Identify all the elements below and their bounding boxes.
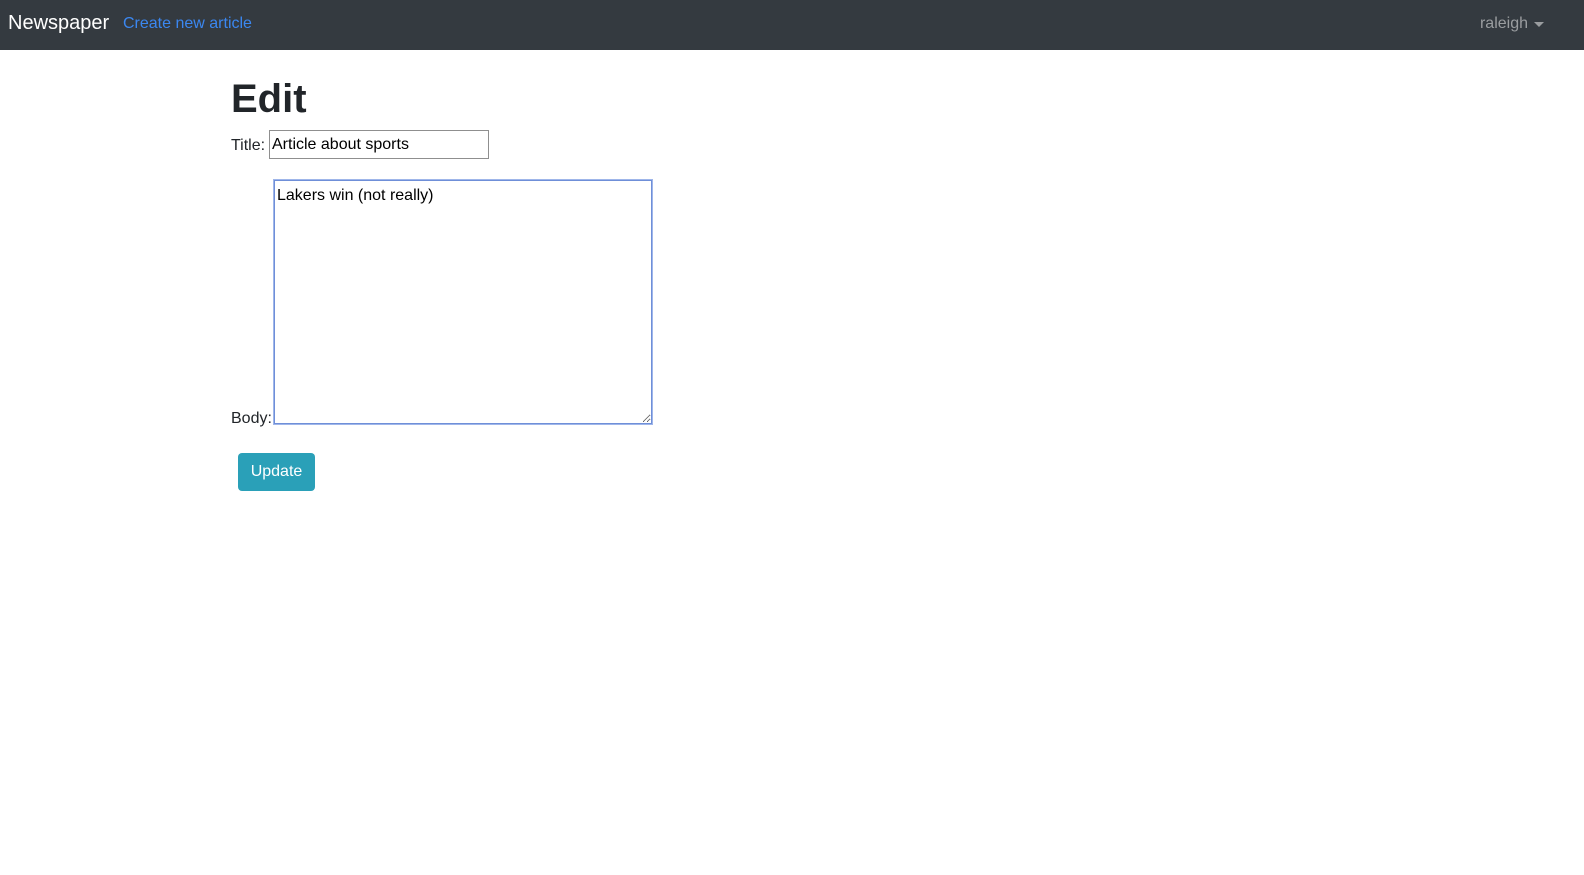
username-label: raleigh bbox=[1479, 15, 1528, 32]
top-navbar: Newspaper Create new article raleigh bbox=[0, 0, 1584, 50]
create-new-article-link[interactable]: Create new article bbox=[123, 14, 252, 33]
update-button[interactable]: Update bbox=[238, 453, 315, 491]
title-input[interactable] bbox=[269, 130, 489, 159]
page-title: Edit bbox=[231, 77, 307, 121]
chevron-down-icon bbox=[1534, 22, 1544, 27]
body-label: Body: bbox=[231, 410, 272, 427]
brand-link[interactable]: Newspaper bbox=[8, 11, 109, 35]
user-dropdown[interactable]: raleigh bbox=[1480, 14, 1544, 33]
title-label: Title: bbox=[231, 137, 266, 154]
body-textarea[interactable]: Lakers win (not really) bbox=[273, 179, 653, 425]
